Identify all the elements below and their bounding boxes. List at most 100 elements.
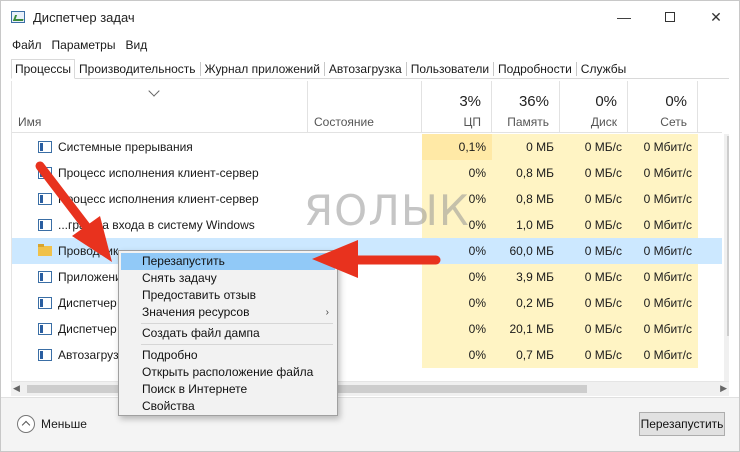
close-button[interactable]: ✕ [693, 1, 739, 33]
minimize-button[interactable]: — [601, 1, 647, 33]
column-header-memory[interactable]: 36% Память [492, 81, 560, 133]
process-icon [38, 167, 52, 179]
context-menu-feedback[interactable]: Предоставить отзыв [121, 287, 335, 304]
network-value: 0 Мбит/с [628, 290, 698, 316]
menu-view[interactable]: Вид [124, 37, 148, 55]
network-value: 0 Мбит/с [628, 264, 698, 290]
process-icon [38, 349, 52, 361]
disk-value: 0 МБ/с [560, 160, 628, 186]
cpu-value: 0% [422, 264, 492, 290]
column-header-network[interactable]: 0% Сеть [628, 81, 698, 133]
menu-divider [141, 344, 333, 345]
network-total: 0% [665, 93, 687, 110]
table-row[interactable]: Системные прерывания 0,1% 0 МБ 0 МБ/с 0 … [12, 134, 722, 160]
tab-details[interactable]: Подробности [494, 59, 576, 78]
cpu-value: 0% [422, 290, 492, 316]
folder-icon [38, 244, 52, 256]
process-name: Процесс исполнения клиент-сервер [58, 192, 259, 206]
context-menu-properties[interactable]: Свойства [121, 398, 335, 415]
column-label-disk: Диск [590, 115, 617, 129]
context-menu-end-task[interactable]: Снять задачу [121, 270, 335, 287]
chevron-right-icon: › [325, 307, 329, 318]
context-menu-details[interactable]: Подробно [121, 347, 335, 364]
column-label-memory: Память [507, 115, 549, 129]
disk-value: 0 МБ/с [560, 264, 628, 290]
vertical-scrollbar[interactable] [724, 134, 729, 381]
tab-services[interactable]: Службы [577, 59, 630, 78]
scroll-left-icon[interactable]: ◀ [13, 383, 20, 394]
memory-value: 1,0 МБ [492, 212, 560, 238]
disk-total: 0% [595, 93, 617, 110]
scroll-right-icon[interactable]: ▶ [720, 383, 727, 394]
menu-bar: Файл Параметры Вид [11, 37, 148, 55]
tab-performance[interactable]: Производительность [75, 59, 199, 78]
menu-options[interactable]: Параметры [51, 37, 117, 55]
column-label-name: Имя [18, 115, 42, 129]
memory-value: 20,1 МБ [492, 316, 560, 342]
context-menu-restart[interactable]: Перезапустить [121, 253, 335, 270]
tab-startup[interactable]: Автозагрузка [325, 59, 406, 78]
tab-bar: Процессы Производительность Журнал прило… [11, 59, 729, 79]
cpu-total: 3% [459, 93, 481, 110]
disk-value: 0 МБ/с [560, 212, 628, 238]
process-icon [38, 141, 52, 153]
footer-bar: Меньше Перезапустить [1, 397, 739, 451]
disk-value: 0 МБ/с [560, 316, 628, 342]
vertical-scroll-thumb[interactable] [727, 136, 729, 336]
memory-value: 0,7 МБ [492, 342, 560, 368]
cpu-value: 0% [422, 238, 492, 264]
menu-divider [141, 323, 333, 324]
column-header-name[interactable]: Имя [12, 81, 308, 133]
disk-value: 0 МБ/с [560, 290, 628, 316]
table-row[interactable]: Процесс исполнения клиент-сервер 0% 0,8 … [12, 160, 722, 186]
disk-value: 0 МБ/с [560, 342, 628, 368]
cpu-value: 0% [422, 160, 492, 186]
column-header-status[interactable]: Состояние [308, 81, 422, 133]
disk-value: 0 МБ/с [560, 238, 628, 264]
tab-processes[interactable]: Процессы [11, 59, 76, 79]
network-value: 0 Мбит/с [628, 342, 698, 368]
fewer-details-button[interactable]: Меньше [17, 414, 87, 434]
memory-value: 0,8 МБ [492, 186, 560, 212]
process-icon [38, 271, 52, 283]
network-value: 0 Мбит/с [628, 212, 698, 238]
context-menu: Перезапустить Снять задачу Предоставить … [118, 250, 338, 416]
column-label-cpu: ЦП [463, 115, 481, 129]
context-menu-resource-values[interactable]: Значения ресурсов › [121, 304, 335, 321]
menu-file[interactable]: Файл [11, 37, 43, 55]
process-name: Системные прерывания [58, 140, 193, 154]
chevron-down-icon[interactable] [148, 85, 160, 97]
task-manager-icon [11, 11, 25, 23]
context-menu-create-dump[interactable]: Создать файл дампа [121, 325, 335, 342]
column-label-status: Состояние [314, 115, 374, 129]
fewer-details-label: Меньше [41, 417, 87, 431]
window-title: Диспетчер задач [33, 10, 135, 25]
cpu-value: 0,1% [422, 134, 492, 160]
cpu-value: 0% [422, 342, 492, 368]
column-header-cpu[interactable]: 3% ЦП [422, 81, 492, 133]
context-menu-open-location[interactable]: Открыть расположение файла [121, 364, 335, 381]
memory-total: 36% [518, 93, 549, 110]
process-icon [38, 297, 52, 309]
process-icon [38, 219, 52, 231]
network-value: 0 Мбит/с [628, 316, 698, 342]
context-menu-resource-values-label: Значения ресурсов [142, 305, 250, 319]
memory-value: 60,0 МБ [492, 238, 560, 264]
process-name: Процесс исполнения клиент-сервер [58, 166, 259, 180]
maximize-button[interactable] [647, 1, 693, 33]
tab-app-history[interactable]: Журнал приложений [201, 59, 324, 78]
table-header: Имя Состояние 3% ЦП 36% Память 0% Диск 0… [12, 81, 722, 133]
context-menu-search-web[interactable]: Поиск в Интернете [121, 381, 335, 398]
memory-value: 3,9 МБ [492, 264, 560, 290]
column-header-disk[interactable]: 0% Диск [560, 81, 628, 133]
chevron-up-circle-icon [17, 415, 35, 433]
restart-button[interactable]: Перезапустить [639, 412, 725, 436]
cpu-value: 0% [422, 316, 492, 342]
maximize-icon [665, 12, 675, 22]
process-icon [38, 193, 52, 205]
network-value: 0 Мбит/с [628, 238, 698, 264]
memory-value: 0,2 МБ [492, 290, 560, 316]
network-value: 0 Мбит/с [628, 160, 698, 186]
watermark-logo: ЯОЛЫК [304, 186, 470, 235]
tab-users[interactable]: Пользователи [407, 59, 493, 78]
